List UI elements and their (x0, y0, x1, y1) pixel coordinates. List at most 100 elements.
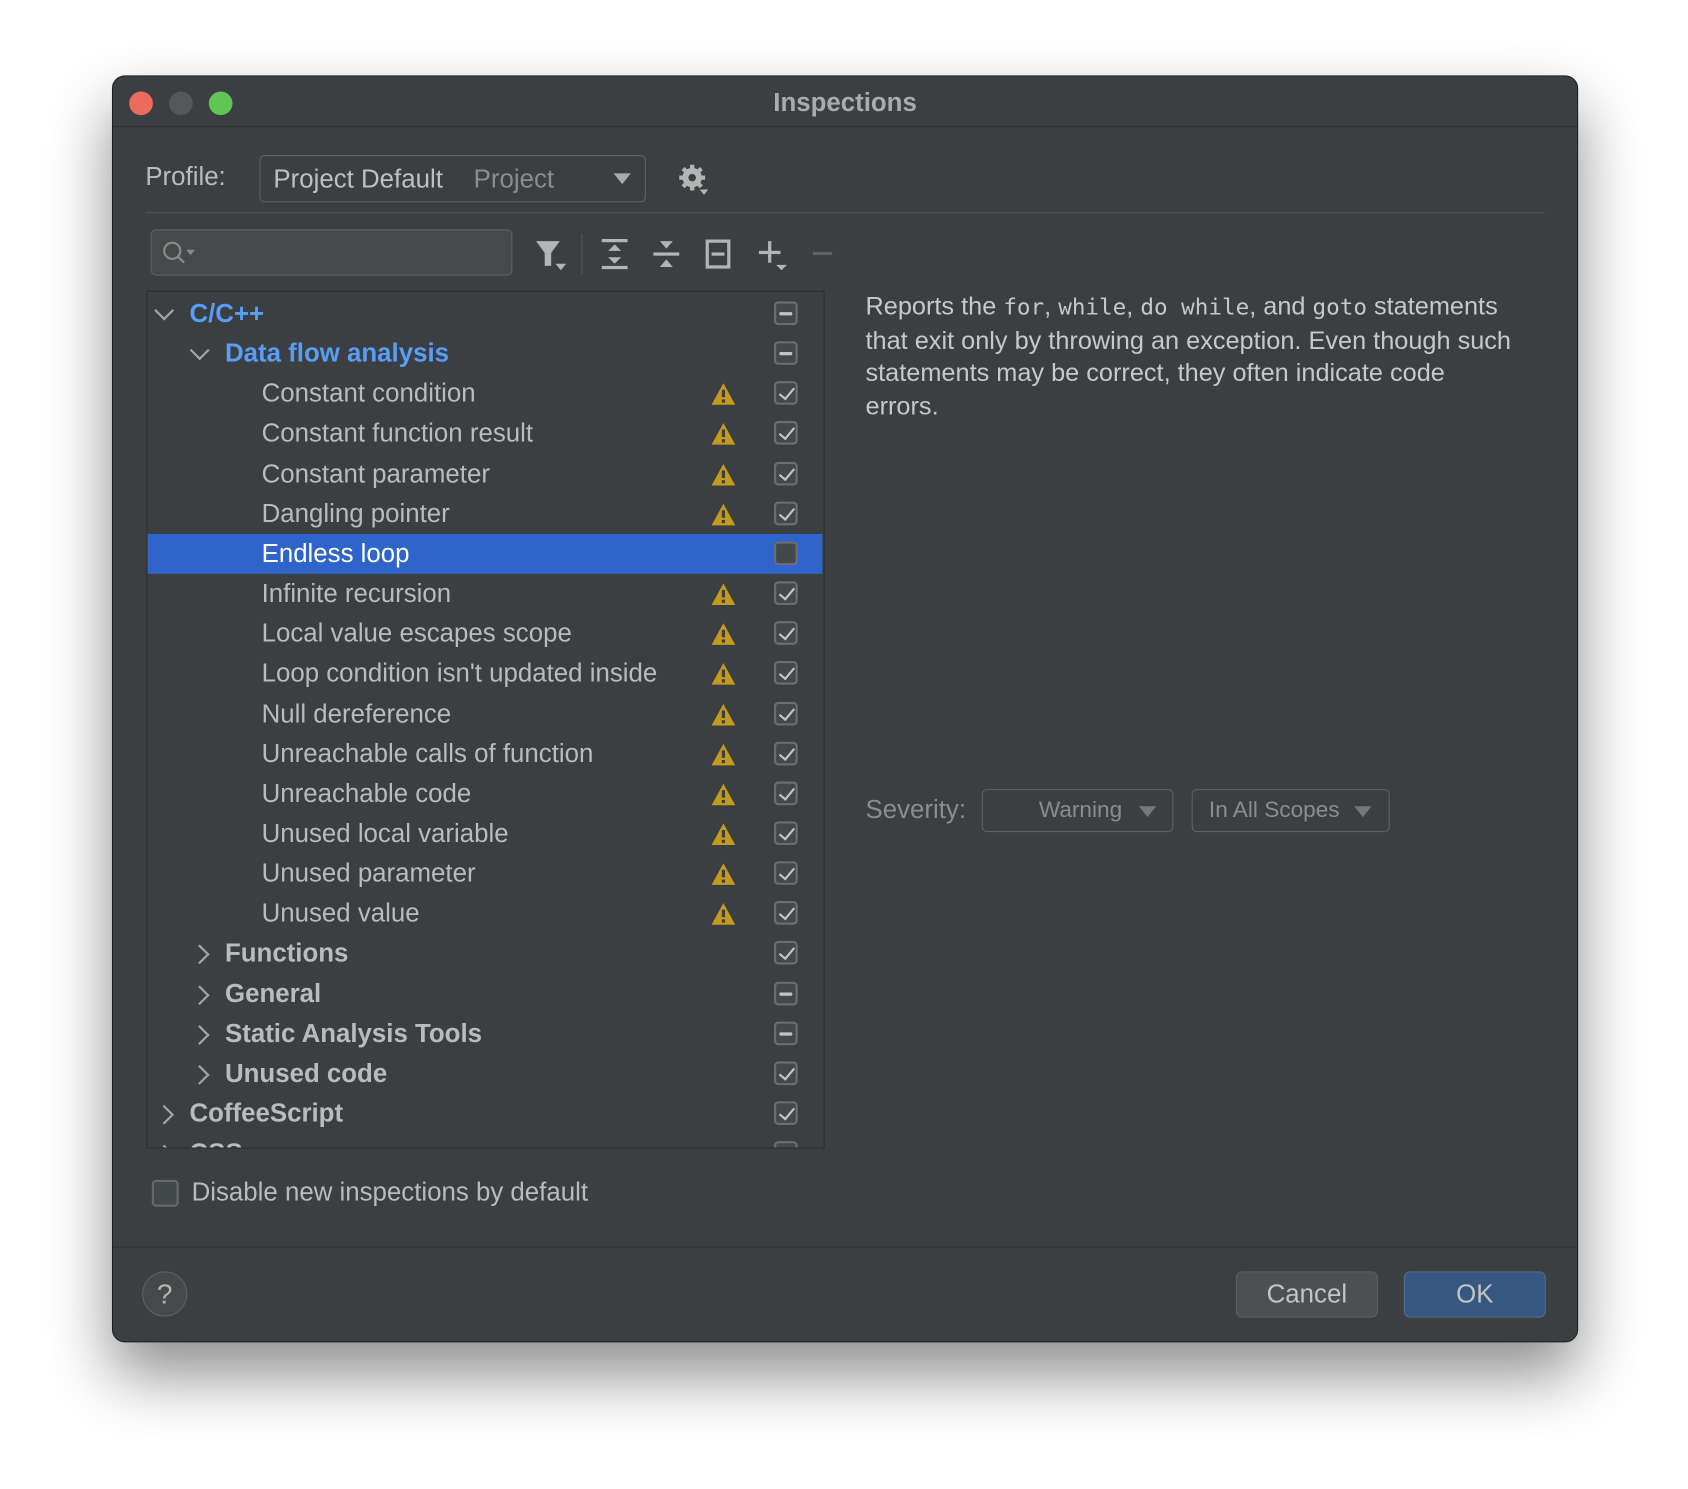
inspections-dialog: Inspections Profile: Project Default Pro… (111, 75, 1579, 1343)
chevron-right-icon[interactable] (154, 1144, 175, 1148)
reset-icon[interactable] (700, 236, 737, 273)
tree-row-checkbox[interactable] (774, 461, 798, 486)
disable-new-checkbox[interactable] (151, 1179, 179, 1207)
tree-row[interactable]: Static Analysis Tools (147, 1014, 822, 1054)
tree-row[interactable]: Unused code (147, 1054, 822, 1094)
warning-icon (711, 783, 736, 806)
tree-row-checkbox[interactable] (774, 1141, 798, 1148)
code-keyword: goto (1312, 293, 1367, 320)
profile-value: Project Default (273, 164, 443, 194)
tree-row-checkbox[interactable] (774, 941, 798, 965)
tree-row-checkbox[interactable] (774, 1061, 798, 1085)
tree-row[interactable]: C/C++ (147, 294, 822, 334)
tree-row[interactable]: Endless loop (147, 533, 823, 574)
tree-row-checkbox[interactable] (774, 301, 798, 326)
tree-row-checkbox[interactable] (774, 861, 798, 885)
warning-icon (711, 383, 736, 406)
tree-row[interactable]: Null dereference (147, 694, 822, 734)
tree-row-label: CoffeeScript (189, 1099, 344, 1129)
description-text: , and (1249, 291, 1313, 320)
inspection-tree[interactable]: C/C++ Data flow analysis Constant conditio… (146, 290, 825, 1149)
tree-row-checkbox[interactable] (774, 341, 798, 366)
tree-row[interactable]: Functions (147, 934, 822, 974)
tree-row-checkbox[interactable] (774, 1101, 798, 1125)
tree-row[interactable]: Infinite recursion (147, 574, 822, 614)
tree-row-label: Unused parameter (261, 859, 476, 889)
chevron-down-icon[interactable] (189, 340, 210, 361)
collapse-all-icon[interactable] (648, 236, 685, 273)
chevron-right-icon[interactable] (189, 1024, 210, 1045)
tree-row-checkbox[interactable] (774, 621, 798, 646)
title-bar: Inspections (113, 76, 1578, 128)
gear-icon[interactable] (677, 163, 714, 200)
tree-row-checkbox[interactable] (774, 421, 798, 446)
cancel-button[interactable]: Cancel (1235, 1271, 1378, 1318)
warning-icon (711, 903, 736, 925)
tree-row-checkbox[interactable] (774, 981, 798, 1005)
warning-icon (711, 503, 736, 526)
tree-row-label: Functions (224, 939, 349, 969)
tree-row[interactable]: CoffeeScript (147, 1094, 822, 1134)
tree-row[interactable]: Constant function result (147, 414, 822, 454)
scope-value: In All Scopes (1208, 797, 1340, 823)
add-icon[interactable] (754, 236, 791, 273)
search-icon (163, 241, 195, 264)
tree-row-label: C/C++ (189, 299, 265, 329)
description-text: , (1126, 291, 1141, 320)
warning-icon (711, 823, 736, 845)
ok-button[interactable]: OK (1403, 1271, 1546, 1318)
tree-row[interactable]: General (147, 974, 822, 1014)
tree-row-checkbox[interactable] (774, 701, 798, 726)
chevron-right-icon[interactable] (189, 944, 210, 965)
remove-icon[interactable] (804, 236, 841, 273)
tree-row-checkbox[interactable] (774, 821, 798, 845)
tree-row-checkbox[interactable] (774, 581, 798, 606)
tree-row[interactable]: Unreachable code (147, 774, 822, 814)
tree-row-checkbox[interactable] (774, 1021, 798, 1045)
tree-row-label: Local value escapes scope (261, 619, 572, 649)
tree-row-checkbox[interactable] (774, 781, 798, 806)
tree-row-checkbox[interactable] (774, 381, 798, 406)
tree-row-label: Unreachable code (261, 779, 472, 809)
profile-scope: Project (473, 164, 555, 194)
tree-row[interactable]: Unused value (147, 894, 822, 934)
tree-row[interactable]: Data flow analysis (147, 334, 822, 374)
severity-dropdown[interactable]: Warning (981, 789, 1174, 833)
chevron-right-icon[interactable] (189, 1064, 210, 1085)
tree-row-checkbox[interactable] (774, 741, 798, 766)
tree-row-label: Constant condition (261, 379, 476, 409)
filter-icon[interactable] (532, 236, 569, 273)
tree-row[interactable]: Unreachable calls of function (147, 734, 822, 774)
tree-row-label: Loop condition isn't updated inside (261, 659, 658, 689)
chevron-right-icon[interactable] (154, 1104, 175, 1125)
disable-new-label: Disable new inspections by default (191, 1177, 589, 1207)
search-input[interactable] (150, 229, 513, 276)
tree-row[interactable]: Dangling pointer (147, 494, 822, 534)
tree-row[interactable]: Constant condition (147, 374, 822, 414)
tree-row-label: Constant parameter (261, 459, 490, 489)
tree-row[interactable]: Local value escapes scope (147, 614, 822, 654)
description-text: Reports the (865, 291, 1004, 320)
tree-row-label: CSS (189, 1134, 242, 1147)
tree-row[interactable]: Loop condition isn't updated inside (147, 654, 822, 694)
tree-row[interactable]: Unused parameter (147, 854, 822, 894)
help-button[interactable]: ? (142, 1271, 188, 1317)
tree-row-label: Unused code (224, 1059, 388, 1089)
tree-row-checkbox[interactable] (774, 501, 798, 526)
scope-dropdown[interactable]: In All Scopes (1191, 789, 1390, 833)
tree-row-checkbox[interactable] (774, 901, 798, 925)
tree-row-checkbox[interactable] (774, 541, 798, 566)
profile-dropdown[interactable]: Project Default Project (259, 155, 646, 203)
chevron-down-icon (1138, 806, 1157, 818)
tree-row[interactable]: Unused local variable (147, 814, 822, 854)
chevron-right-icon[interactable] (189, 984, 210, 1005)
tree-row-label: Endless loop (261, 539, 410, 569)
code-keyword: for (1003, 293, 1045, 320)
warning-icon (711, 663, 736, 686)
code-keyword: do while (1140, 293, 1250, 320)
expand-all-icon[interactable] (596, 236, 633, 273)
tree-row[interactable]: CSS (147, 1134, 822, 1148)
tree-row-checkbox[interactable] (774, 661, 798, 686)
tree-row[interactable]: Constant parameter (147, 454, 822, 494)
chevron-down-icon[interactable] (154, 300, 175, 321)
